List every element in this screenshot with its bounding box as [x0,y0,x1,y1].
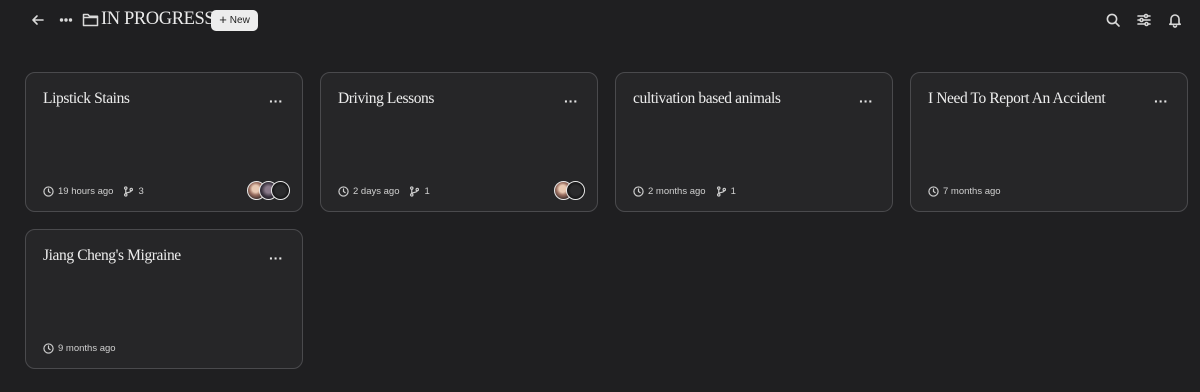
back-arrow-icon [32,15,44,25]
story-card[interactable]: Driving Lessons ··· 2 days ago 1 [320,72,598,212]
branch-count-text: 1 [424,185,430,197]
updated-time-text: 19 hours ago [58,185,114,197]
avatar[interactable] [271,181,290,200]
card-meta: 2 days ago 1 [338,183,430,199]
more-icon [59,18,73,22]
branch-count: 1 [409,185,430,197]
collaborator-avatars [554,181,585,200]
updated-time: 19 hours ago [43,186,113,197]
new-button[interactable]: + New [211,10,258,31]
card-more-button[interactable]: ··· [559,93,583,109]
card-title: cultivation based animals [633,90,781,107]
card-title: Lipstick Stains [43,90,130,107]
card-title: Driving Lessons [338,90,435,107]
card-meta: 2 months ago 1 [633,183,736,199]
new-button-label: New [229,15,250,26]
search-button[interactable] [1101,8,1125,32]
page-title: IN PROGRESS [101,9,215,29]
updated-time-text: 9 months ago [58,342,116,354]
card-meta: 7 months ago [928,183,1001,199]
card-more-button[interactable]: ··· [264,93,288,109]
notifications-button[interactable] [1163,8,1187,32]
story-card[interactable]: Jiang Cheng's Migraine ··· 9 months ago [25,229,303,369]
branch-count-text: 3 [138,185,144,197]
branch-count: 1 [716,186,736,197]
sliders-icon [1137,13,1151,27]
avatar[interactable] [566,181,585,200]
updated-time-text: 2 days ago [353,185,400,197]
clock-icon [928,185,939,197]
branch-icon [716,185,726,197]
card-meta: 9 months ago [43,340,116,356]
updated-time: 9 months ago [43,343,116,354]
branch-icon [124,185,134,197]
collaborator-avatars [247,181,290,200]
search-icon [1106,13,1120,27]
top-bar: IN PROGRESS + New [0,0,1200,42]
updated-time-text: 7 months ago [943,185,1001,197]
back-button[interactable] [26,8,50,32]
story-card[interactable]: Lipstick Stains ··· 19 hours ago 3 [25,72,303,212]
clock-icon [338,185,349,197]
updated-time: 7 months ago [928,186,1001,197]
card-more-button[interactable]: ··· [1149,93,1173,109]
clock-icon [633,185,644,197]
bell-icon [1169,14,1181,28]
clock-icon [43,342,54,354]
branch-count: 3 [123,185,144,197]
folder-options-button[interactable] [54,8,78,32]
story-card[interactable]: cultivation based animals ··· 2 months a… [615,72,893,212]
updated-time: 2 months ago [633,186,706,197]
branch-count-text: 1 [730,185,736,197]
updated-time-text: 2 months ago [648,185,706,197]
branch-icon [410,185,420,197]
card-more-button[interactable]: ··· [264,250,288,266]
updated-time: 2 days ago [338,186,399,197]
story-card[interactable]: I Need To Report An Accident ··· 7 month… [910,72,1188,212]
card-title: I Need To Report An Accident [928,90,1106,107]
card-more-button[interactable]: ··· [854,93,878,109]
filter-settings-button[interactable] [1132,8,1156,32]
card-title: Jiang Cheng's Migraine [43,247,181,264]
card-meta: 19 hours ago 3 [43,183,144,199]
folder-icon [82,12,99,27]
plus-icon: + [219,12,227,27]
clock-icon [43,185,54,197]
